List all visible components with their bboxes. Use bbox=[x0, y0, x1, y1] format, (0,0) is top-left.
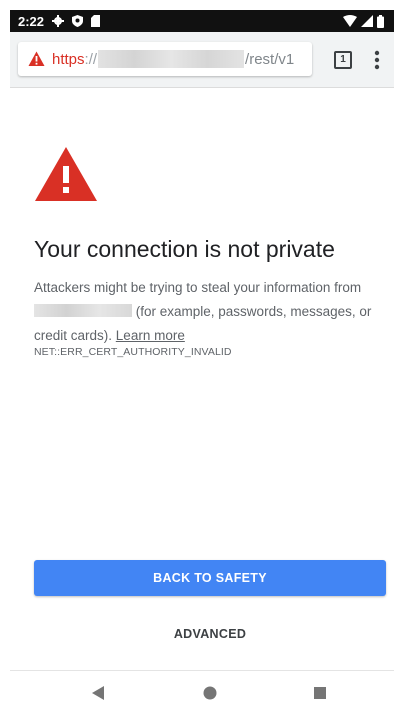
home-circle-icon[interactable] bbox=[202, 685, 218, 701]
url-bar[interactable]: https :// /rest/v1 bbox=[18, 42, 312, 76]
tab-switcher-button[interactable]: 1 bbox=[334, 51, 352, 69]
wifi-icon bbox=[343, 15, 357, 27]
status-time: 2:22 bbox=[18, 13, 45, 29]
warning-icon bbox=[28, 51, 45, 66]
status-left: 2:22 bbox=[18, 13, 101, 29]
warning-triangle-icon bbox=[35, 147, 97, 201]
page-title: Your connection is not private bbox=[34, 236, 335, 262]
back-triangle-icon[interactable] bbox=[90, 685, 106, 701]
status-right bbox=[343, 14, 384, 28]
url-path: /rest/v1 bbox=[245, 50, 295, 68]
cell-signal-icon bbox=[361, 15, 373, 27]
error-code: NET::ERR_CERT_AUTHORITY_INVALID bbox=[34, 346, 232, 358]
url-host-redacted bbox=[98, 50, 245, 68]
status-bar: 2:22 bbox=[10, 10, 394, 32]
system-nav-bar bbox=[10, 671, 394, 702]
overflow-menu-icon[interactable] bbox=[374, 49, 380, 71]
description-line-2: (for example, passwords, messages, or bbox=[135, 304, 372, 319]
settings-gear-icon bbox=[52, 15, 65, 27]
learn-more-link[interactable]: Learn more bbox=[116, 328, 185, 343]
battery-icon bbox=[377, 14, 384, 28]
sd-card-icon bbox=[91, 15, 101, 27]
description-line-1: Attackers might be trying to steal your … bbox=[34, 280, 362, 295]
url-separator: :// bbox=[84, 50, 98, 68]
shield-icon bbox=[72, 15, 84, 27]
advanced-button[interactable]: ADVANCED bbox=[150, 622, 270, 646]
redacted-hostname bbox=[34, 304, 132, 317]
warning-description: Attackers might be trying to steal your … bbox=[34, 276, 384, 348]
url-scheme: https bbox=[52, 50, 85, 68]
browser-toolbar: https :// /rest/v1 1 bbox=[10, 32, 394, 88]
recents-square-icon[interactable] bbox=[312, 685, 328, 701]
back-to-safety-button[interactable]: BACK TO SAFETY bbox=[34, 560, 386, 596]
description-line-3: credit cards). bbox=[34, 328, 113, 343]
